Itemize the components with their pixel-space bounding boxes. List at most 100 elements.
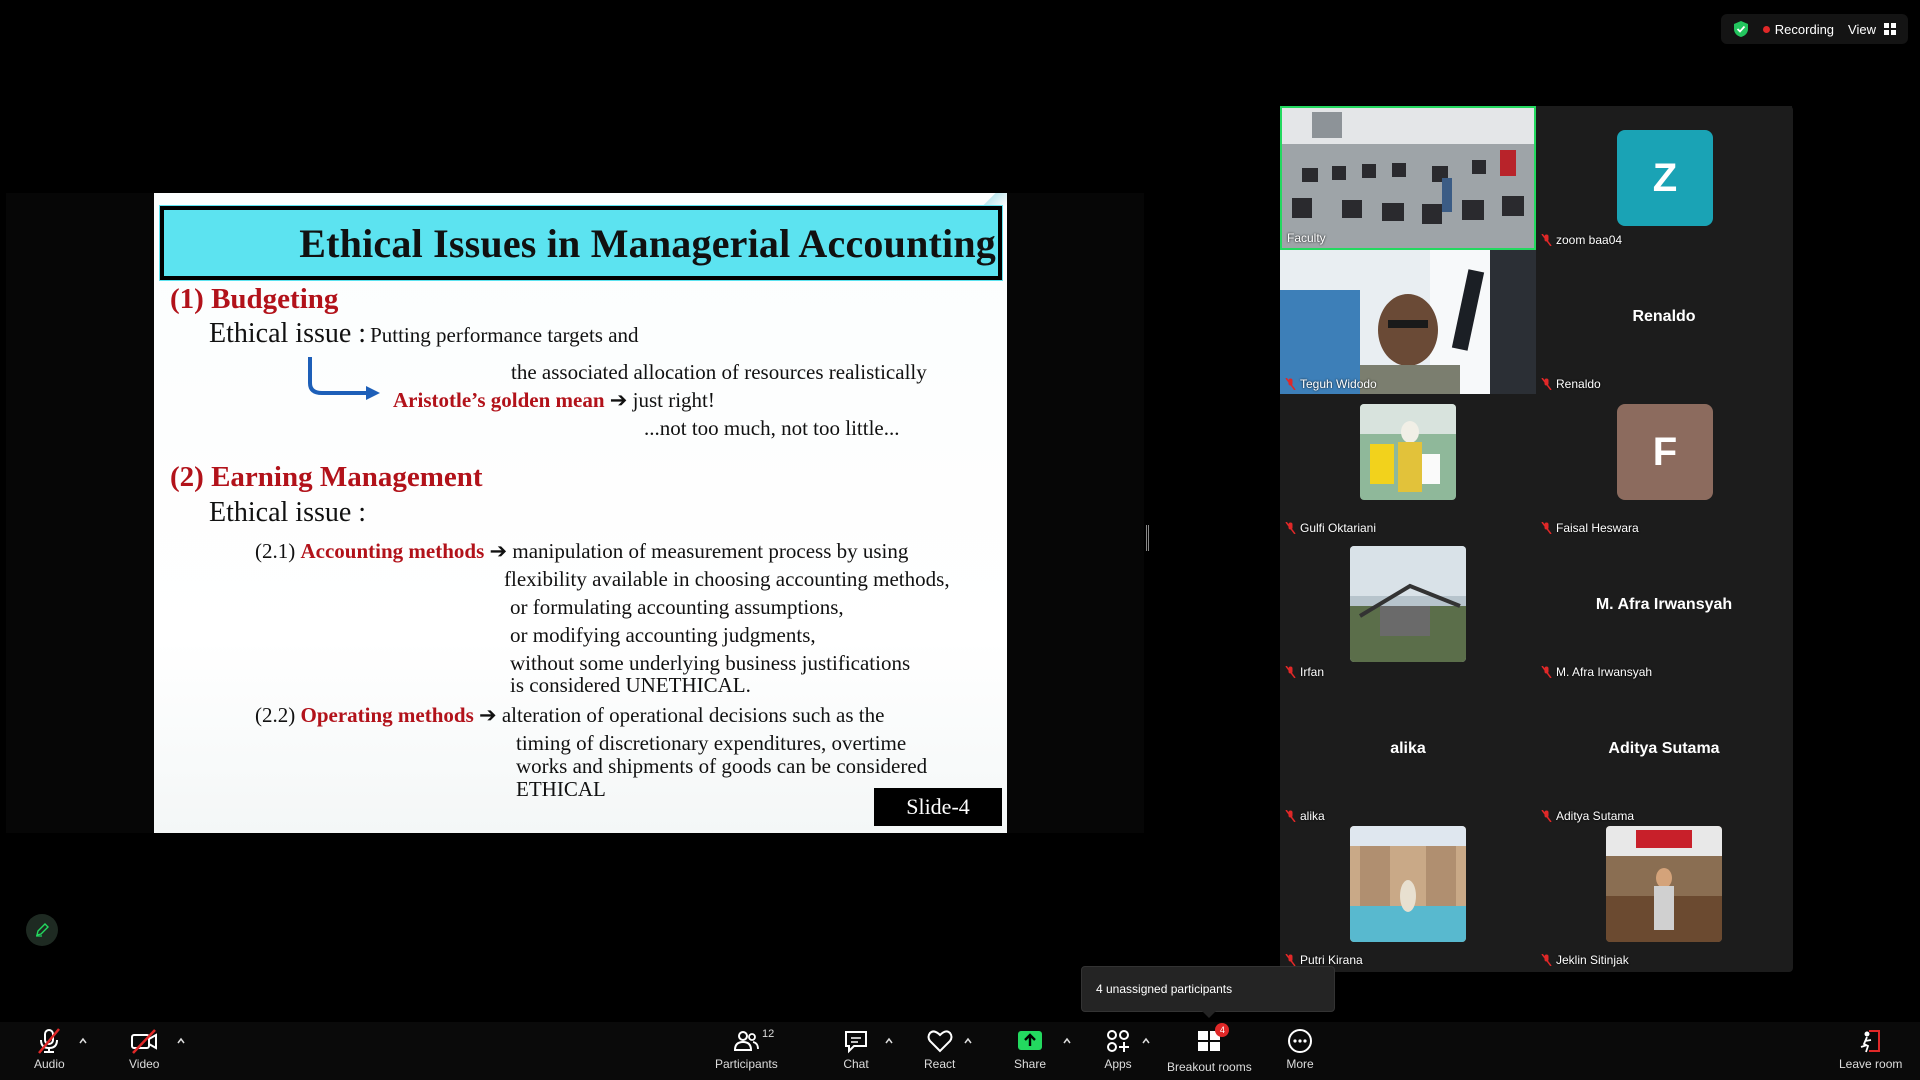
slide-title: Ethical Issues in Managerial Accounting	[299, 220, 996, 266]
audio-button[interactable]: Audio	[34, 1027, 65, 1071]
item-2-2-text3: works and shipments of goods can be cons…	[516, 754, 928, 778]
section-1-line2: the associated allocation of resources r…	[511, 360, 927, 384]
security-shield-icon[interactable]	[1733, 20, 1749, 38]
recording-dot-icon	[1762, 25, 1770, 33]
audio-options-chevron-icon[interactable]	[78, 1036, 88, 1046]
recording-indicator[interactable]: Recording	[1762, 21, 1835, 37]
mic-muted-icon	[1285, 666, 1296, 678]
person-video-feed	[1280, 250, 1536, 394]
participant-tile-jeklin-sitinjak[interactable]: Jeklin Sitinjak	[1536, 826, 1792, 970]
participant-name: Irfan	[1285, 665, 1324, 679]
mic-muted-icon	[1541, 666, 1552, 678]
participant-tile-putri-kirana[interactable]: Putri Kirana	[1280, 826, 1536, 970]
participant-name-label: M. Afra Irwansyah	[1556, 665, 1653, 679]
participant-tile-teguh-widodo[interactable]: Teguh Widodo	[1280, 250, 1536, 394]
mic-muted-icon	[1541, 954, 1552, 966]
grid-view-icon	[1884, 23, 1896, 35]
video-button[interactable]: Video	[129, 1027, 159, 1071]
section-1-issue-label: Ethical issue :	[209, 318, 367, 349]
golden-mean-label: Aristotle’s golden mean	[393, 388, 605, 412]
section-1-issue: Ethical issue : Putting performance targ…	[209, 318, 639, 350]
participant-name-label: Putri Kirana	[1300, 953, 1363, 967]
react-label: React	[924, 1057, 956, 1071]
chat-icon	[845, 1031, 867, 1054]
mic-muted-icon	[38, 1028, 61, 1054]
slide-number: Slide-4	[874, 788, 1002, 826]
participant-name: alika	[1285, 809, 1325, 823]
item-2-2-number: (2.2)	[255, 703, 296, 727]
leave-icon	[1860, 1030, 1880, 1053]
participant-name: M. Afra Irwansyah	[1541, 665, 1652, 679]
more-icon	[1288, 1029, 1312, 1053]
right-arrow-icon: ➔	[489, 539, 513, 563]
pencil-icon	[36, 923, 49, 937]
participant-display-name: M. Afra Irwansyah	[1595, 596, 1733, 613]
participant-name: Putri Kirana	[1285, 953, 1363, 967]
participant-name-label: Teguh Widodo	[1300, 377, 1377, 391]
section-1-heading: (1) Budgeting	[170, 283, 339, 315]
mic-muted-icon	[1285, 378, 1296, 390]
participants-icon	[734, 1031, 760, 1051]
view-label: View	[1848, 21, 1876, 37]
apps-icon	[1107, 1030, 1129, 1052]
participant-tile-faisal-heswara[interactable]: F Faisal Heswara	[1536, 394, 1792, 538]
item-2-2-text1: alteration of operational decisions such…	[501, 703, 885, 727]
profile-photo	[1350, 826, 1466, 942]
view-button[interactable]: View	[1848, 22, 1896, 37]
participant-name-label: Faisal Heswara	[1556, 521, 1639, 535]
item-2-1-text1: manipulation of measurement process by u…	[512, 539, 909, 563]
golden-mean-tail: just right!	[632, 388, 715, 412]
participant-display-name: alika	[1390, 740, 1426, 757]
breakout-rooms-label: Breakout rooms	[1167, 1060, 1252, 1074]
avatar: F	[1617, 404, 1713, 500]
react-button[interactable]: React	[924, 1027, 955, 1071]
chat-button[interactable]: Chat	[842, 1027, 870, 1071]
item-2-1-number: (2.1)	[255, 539, 296, 563]
participant-tile-aditya-sutama[interactable]: Aditya Sutama Aditya Sutama	[1536, 682, 1792, 826]
participant-name: Renaldo	[1541, 377, 1601, 391]
section-1-line4: ...not too much, not too little...	[644, 416, 900, 440]
profile-photo	[1606, 826, 1722, 942]
breakout-rooms-button[interactable]: 4 Breakout rooms	[1167, 1023, 1252, 1074]
section-2-heading: (2) Earning Management	[170, 461, 483, 493]
apps-button[interactable]: Apps	[1104, 1027, 1132, 1071]
annotate-button[interactable]	[26, 914, 58, 946]
breakout-badge: 4	[1215, 1023, 1230, 1037]
participant-name: zoom baa04	[1541, 233, 1622, 247]
participant-tile-renaldo[interactable]: Renaldo Renaldo	[1536, 250, 1792, 394]
avatar: Z	[1617, 130, 1713, 226]
recording-label: Recording	[1774, 21, 1835, 37]
react-options-chevron-icon[interactable]	[963, 1036, 973, 1046]
chat-options-chevron-icon[interactable]	[884, 1036, 894, 1046]
item-2-2-label: Operating methods	[300, 703, 474, 727]
item-2-1-text2: flexibility available in choosing accoun…	[504, 567, 950, 591]
share-options-chevron-icon[interactable]	[1062, 1036, 1072, 1046]
leave-room-button[interactable]: Leave room	[1839, 1027, 1902, 1071]
item-2-1-text3: or formulating accounting assumptions,	[510, 595, 844, 619]
item-2-2-text4: ETHICAL	[516, 777, 606, 801]
section-2-issue-label: Ethical issue :	[209, 497, 367, 528]
share-screen-icon	[1018, 1031, 1043, 1050]
participant-name: Teguh Widodo	[1285, 377, 1377, 391]
popup-text: 4 unassigned participants	[1096, 982, 1233, 996]
participant-tile-m-afra-irwansyah[interactable]: M. Afra Irwansyah M. Afra Irwansyah	[1536, 538, 1792, 682]
participant-name-label: Renaldo	[1556, 377, 1601, 391]
audio-label: Audio	[34, 1057, 65, 1071]
participant-tile-faculty[interactable]: Faculty	[1280, 106, 1536, 250]
participant-tile-gulfi-oktariani[interactable]: Gulfi Oktariani	[1280, 394, 1536, 538]
meeting-status-bar: Recording View	[1720, 14, 1908, 44]
section-1-issue-text: Putting performance targets and	[370, 323, 639, 347]
apps-options-chevron-icon[interactable]	[1141, 1036, 1151, 1046]
participant-tile-irfan[interactable]: Irfan	[1280, 538, 1536, 682]
profile-photo	[1350, 546, 1466, 662]
participant-tile-alika[interactable]: alika alika	[1280, 682, 1536, 826]
video-options-chevron-icon[interactable]	[176, 1036, 186, 1046]
mic-muted-icon	[1541, 378, 1552, 390]
participant-tile-zoom-baa04[interactable]: Z zoom baa04	[1536, 106, 1792, 250]
shared-screen: Ethical Issues in Managerial Accounting …	[6, 193, 1144, 833]
more-button[interactable]: More	[1286, 1027, 1314, 1071]
unassigned-participants-popup[interactable]: 4 unassigned participants	[1081, 966, 1335, 1018]
split-view-handle[interactable]	[1146, 525, 1149, 551]
mic-muted-icon	[1285, 522, 1296, 534]
share-button[interactable]: Share	[1014, 1027, 1046, 1071]
